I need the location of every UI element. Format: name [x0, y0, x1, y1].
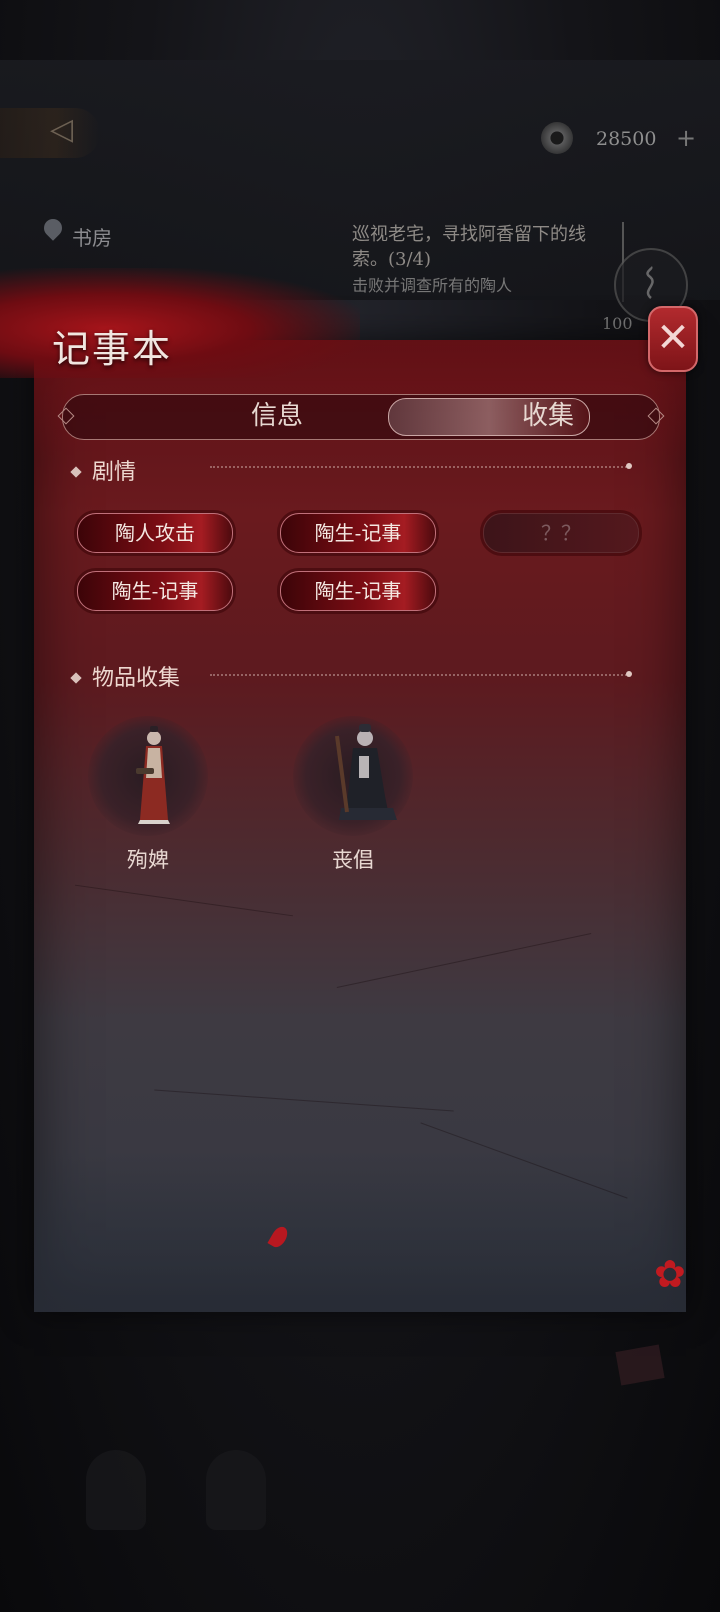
panel-title: 记事本	[52, 327, 173, 371]
tab-collect[interactable]: 收集	[448, 394, 648, 438]
section-divider	[210, 674, 630, 676]
section-divider	[210, 466, 630, 468]
currency-value: 28500	[596, 128, 657, 150]
quest-objective: 巡视老宅，寻找阿香留下的线索。(3/4)	[352, 224, 586, 270]
collection-item[interactable]: 殉婢	[78, 716, 218, 874]
items-section-heading: 物品收集	[70, 660, 181, 692]
items-section-label: 物品收集	[92, 666, 181, 691]
close-icon: ✕	[656, 315, 690, 361]
musician-figure-art	[335, 724, 397, 820]
panel-bottom-shade	[34, 1152, 686, 1312]
red-flower-icon: ✿	[654, 1252, 686, 1296]
add-currency-button[interactable]: +	[676, 124, 696, 152]
story-section-label: 剧情	[92, 460, 137, 485]
story-entry-button[interactable]: 陶生-记事	[77, 571, 233, 611]
panel-crack	[336, 932, 592, 989]
partial-value: 100	[602, 314, 633, 333]
tab-info[interactable]: 信息	[222, 394, 332, 438]
collection-item[interactable]: 丧倡	[283, 716, 423, 874]
story-entry-button[interactable]: 陶人攻击	[77, 513, 233, 553]
panel-crack	[75, 884, 293, 917]
section-divider-end	[626, 671, 632, 677]
tabs-container: 信息 收集	[62, 394, 658, 438]
coin-icon	[541, 122, 573, 154]
quest-subtask: 击败并调查所有的陶人	[352, 276, 513, 295]
story-section-heading: 剧情	[70, 454, 137, 486]
back-arrow-icon: ◁	[50, 112, 74, 147]
diamond-bullet-icon	[70, 466, 82, 478]
panel-crack	[154, 1089, 454, 1112]
story-entry-button[interactable]: 陶生-记事	[280, 571, 436, 611]
maid-figure-art	[136, 726, 170, 824]
location-label: 书房	[72, 226, 112, 250]
section-divider-end	[626, 463, 632, 469]
smoke-glyph-icon	[646, 266, 654, 299]
item-name: 丧倡	[332, 848, 374, 872]
maid-figure-icon	[88, 716, 208, 836]
item-name: 殉婢	[127, 848, 169, 872]
close-button[interactable]: ✕	[648, 306, 698, 372]
kneeling-musician-figure-icon	[293, 716, 413, 836]
story-entry-locked-button[interactable]: ？？	[483, 513, 639, 553]
story-entry-button[interactable]: 陶生-记事	[280, 513, 436, 553]
background-figure	[86, 1450, 146, 1530]
diamond-bullet-icon	[70, 672, 82, 684]
background-figure	[206, 1450, 266, 1530]
